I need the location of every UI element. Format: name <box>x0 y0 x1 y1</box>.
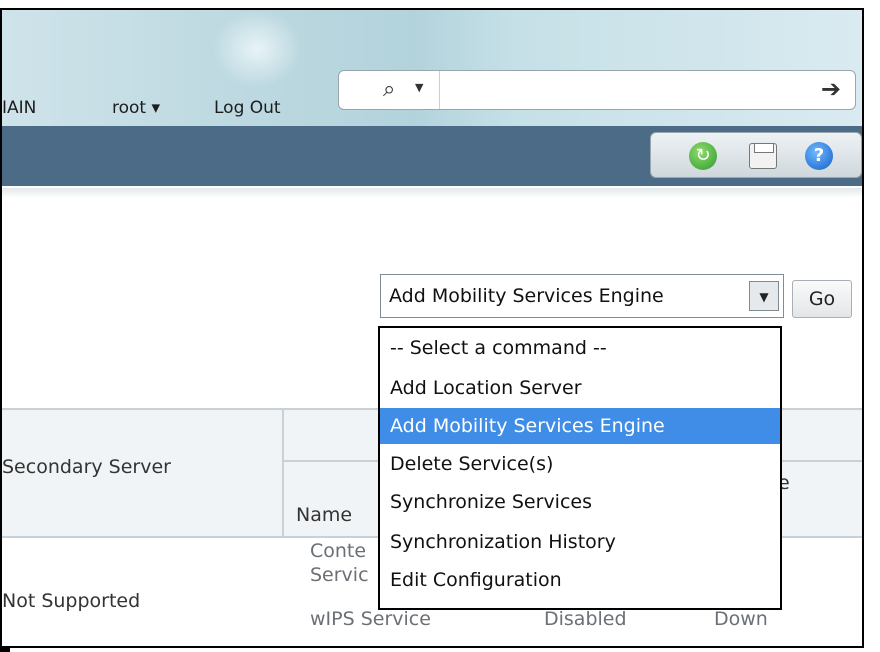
menu-item-add-mobility-services-engine[interactable]: Add Mobility Services Engine <box>380 408 780 444</box>
menu-item-synchronize-services[interactable]: Synchronize Services <box>380 484 780 520</box>
toolbar-icons: ↻ ? <box>650 132 862 178</box>
print-icon[interactable] <box>749 143 777 169</box>
command-dropdown-menu: -- Select a command -- Add Location Serv… <box>378 326 782 610</box>
menu-item-edit-configuration[interactable]: Edit Configuration <box>380 562 780 598</box>
menu-item-select-command[interactable]: -- Select a command -- <box>380 330 780 366</box>
row-service-wips: wIPS Service <box>310 608 431 630</box>
row-service-status: Down <box>714 608 768 630</box>
menu-item-delete-services[interactable]: Delete Service(s) <box>380 446 780 482</box>
search-go-arrow-icon[interactable]: ➔ <box>821 75 841 103</box>
column-header-name[interactable]: Name <box>296 504 352 526</box>
row-service-admin-status: Disabled <box>544 608 627 630</box>
column-header-secondary-server[interactable]: Secondary Server <box>2 456 171 478</box>
logout-link[interactable]: Log Out <box>214 98 281 118</box>
magnifier-icon[interactable]: ⌕ <box>383 77 395 102</box>
help-icon[interactable]: ? <box>805 142 833 170</box>
app-frame: IAIN root ▾ Log Out ⌕ ▼ ➔ ↻ ? Add Mobili… <box>0 8 864 648</box>
row-service-name-cont: Servic <box>310 564 369 586</box>
top-crop <box>0 0 880 8</box>
search-scope-chevron-icon[interactable]: ▼ <box>415 81 423 94</box>
user-menu[interactable]: root ▾ <box>112 98 160 118</box>
refresh-icon[interactable]: ↻ <box>689 142 717 170</box>
go-button[interactable]: Go <box>792 280 852 318</box>
command-select[interactable]: Add Mobility Services Engine ▼ <box>380 274 784 318</box>
chevron-down-icon[interactable]: ▼ <box>749 281 779 311</box>
nav-bar: ↻ ? <box>2 126 862 186</box>
row-secondary-server: Not Supported <box>2 590 141 612</box>
command-select-value: Add Mobility Services Engine <box>389 285 664 307</box>
domain-label[interactable]: IAIN <box>2 98 36 118</box>
menu-item-add-location-server[interactable]: Add Location Server <box>380 370 780 406</box>
search-box[interactable]: ⌕ ▼ ➔ <box>338 70 856 110</box>
menu-item-synchronization-history[interactable]: Synchronization History <box>380 524 780 560</box>
header-band: IAIN root ▾ Log Out ⌕ ▼ ➔ <box>2 10 862 126</box>
row-service-name: Conte <box>310 540 367 562</box>
